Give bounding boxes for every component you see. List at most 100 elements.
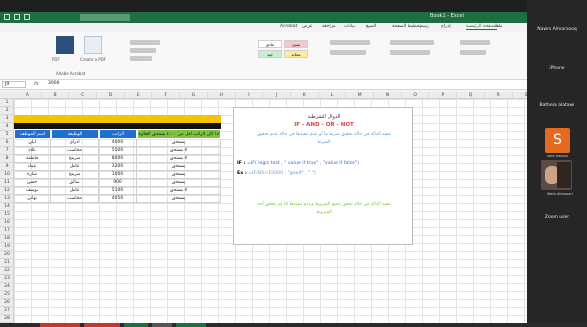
font-name-select[interactable] bbox=[390, 40, 434, 45]
cell-employee-name[interactable]: علاء bbox=[14, 147, 51, 155]
row-header[interactable]: 19 bbox=[0, 243, 14, 251]
create-pdf-icon[interactable] bbox=[56, 36, 74, 54]
cell-employee-name[interactable]: حسن bbox=[14, 179, 51, 187]
column-header[interactable]: O bbox=[402, 92, 430, 99]
header-employee-name[interactable]: اسم الموظف bbox=[14, 129, 51, 139]
column-header[interactable]: Q bbox=[457, 92, 485, 99]
ribbon-tab[interactable]: تخطيط الصفحة bbox=[392, 24, 421, 29]
clipboard-group[interactable] bbox=[460, 50, 486, 55]
autosave-icon[interactable] bbox=[4, 14, 10, 20]
style-bad[interactable]: سيئ bbox=[284, 40, 308, 48]
taskbar-app[interactable] bbox=[124, 323, 148, 327]
column-header[interactable]: F bbox=[153, 92, 181, 99]
ribbon-tab[interactable]: مراجعة bbox=[322, 24, 336, 29]
cell-bonus[interactable]: لا يستحق bbox=[137, 187, 221, 195]
row-header[interactable]: 24 bbox=[0, 283, 14, 291]
row-header[interactable]: 23 bbox=[0, 275, 14, 283]
row-header[interactable]: 9 bbox=[0, 163, 14, 171]
cell-bonus[interactable]: لا يستحق bbox=[137, 147, 221, 155]
participant-name[interactable]: Zoom user bbox=[527, 215, 587, 220]
column-header[interactable]: E bbox=[125, 92, 153, 99]
column-header[interactable]: C bbox=[69, 92, 98, 99]
ribbon-tab[interactable]: الصفحة الرئيسية bbox=[466, 24, 498, 30]
cell-bonus[interactable]: يستحق bbox=[137, 195, 221, 203]
row-header[interactable]: 17 bbox=[0, 227, 14, 235]
speaker-avatar[interactable]: S bbox=[545, 128, 570, 153]
row-header[interactable]: 11 bbox=[0, 179, 14, 187]
row-header[interactable]: 15 bbox=[0, 211, 14, 219]
cell-salary[interactable]: 4000 bbox=[99, 139, 137, 147]
row-header[interactable]: 6 bbox=[0, 139, 14, 147]
row-header[interactable]: 28 bbox=[0, 315, 14, 323]
column-header[interactable]: B bbox=[42, 92, 70, 99]
cell-salary[interactable]: 8000 bbox=[99, 155, 137, 163]
name-box[interactable]: J9 bbox=[2, 81, 26, 88]
column-header[interactable]: G bbox=[180, 92, 208, 99]
column-header[interactable]: P bbox=[430, 92, 458, 99]
participant-video[interactable] bbox=[541, 160, 572, 190]
taskbar-app[interactable] bbox=[152, 323, 172, 327]
row-header[interactable]: 2 bbox=[0, 107, 14, 115]
cell-bonus[interactable]: يستحق bbox=[137, 139, 221, 147]
cell-bonus[interactable]: يستحق bbox=[137, 171, 221, 179]
row-header[interactable]: 26 bbox=[0, 299, 14, 307]
style-good[interactable]: جيد bbox=[258, 50, 282, 58]
undo-icon[interactable] bbox=[24, 14, 30, 20]
row-header[interactable]: 8 bbox=[0, 155, 14, 163]
cell-employee-name[interactable]: سارة bbox=[14, 171, 51, 179]
cell-employee-name[interactable]: فاطمة bbox=[14, 155, 51, 163]
cell-employee-name[interactable]: عماد bbox=[14, 163, 51, 171]
cell-salary[interactable]: 900 bbox=[99, 179, 137, 187]
cell-job[interactable]: عامل bbox=[51, 187, 99, 195]
column-header[interactable]: N bbox=[374, 92, 402, 99]
row-header[interactable]: 4 bbox=[0, 123, 14, 131]
row-header[interactable]: 13 bbox=[0, 195, 14, 203]
ribbon-tab[interactable]: بيانات bbox=[344, 24, 355, 29]
conditional-format-button[interactable] bbox=[130, 40, 160, 45]
share-pdf-icon[interactable] bbox=[84, 36, 102, 54]
ribbon-tab[interactable]: رسم bbox=[420, 24, 429, 29]
ribbon-tab[interactable]: الصيغ bbox=[366, 24, 376, 29]
header-salary[interactable]: الراتب bbox=[99, 129, 137, 139]
column-header[interactable]: L bbox=[319, 92, 347, 99]
cell-job[interactable]: ادراي bbox=[51, 139, 99, 147]
cell-job[interactable]: محاسب bbox=[51, 195, 99, 203]
cell-styles-button[interactable] bbox=[130, 56, 152, 61]
row-header[interactable]: 21 bbox=[0, 259, 14, 267]
column-header[interactable]: S bbox=[513, 92, 528, 99]
column-header[interactable]: A bbox=[14, 92, 42, 99]
row-header[interactable]: 25 bbox=[0, 291, 14, 299]
cell-job[interactable]: مبرمج bbox=[51, 155, 99, 163]
column-header[interactable]: H bbox=[208, 92, 236, 99]
explanation-textbox[interactable]: الدوال الشرطية IF - AND - OR - NOT تنفيذ… bbox=[233, 107, 413, 245]
participant-name[interactable]: iPhone bbox=[527, 66, 587, 71]
row-header[interactable]: 12 bbox=[0, 187, 14, 195]
cell-salary[interactable]: 5100 bbox=[99, 187, 137, 195]
format-table-button[interactable] bbox=[130, 48, 156, 53]
style-normal[interactable]: عادي bbox=[258, 40, 282, 48]
cell-salary[interactable]: 1000 bbox=[99, 171, 137, 179]
row-header[interactable]: 20 bbox=[0, 251, 14, 259]
alignment-group[interactable] bbox=[330, 50, 366, 55]
cell-job[interactable]: عامل bbox=[51, 163, 99, 171]
column-header[interactable]: K bbox=[291, 92, 319, 99]
column-header[interactable]: I bbox=[236, 92, 264, 99]
column-header[interactable]: J bbox=[263, 92, 291, 99]
ribbon-tab[interactable]: إدراج bbox=[441, 24, 451, 29]
cell-job[interactable]: مبرمج bbox=[51, 171, 99, 179]
column-header[interactable]: D bbox=[97, 92, 125, 99]
row-header[interactable]: 10 bbox=[0, 171, 14, 179]
row-header[interactable]: 22 bbox=[0, 267, 14, 275]
cell-employee-name[interactable]: ايلي bbox=[14, 139, 51, 147]
ribbon-tab[interactable]: Acrobat bbox=[280, 24, 297, 29]
cell-bonus[interactable]: يستحق bbox=[137, 179, 221, 187]
participant-name[interactable]: Batheia alatawi bbox=[527, 103, 587, 108]
row-header[interactable]: 14 bbox=[0, 203, 14, 211]
header-job[interactable]: الوظيفة bbox=[51, 129, 99, 139]
taskbar-app[interactable] bbox=[176, 323, 206, 327]
ribbon-tab[interactable]: عرض bbox=[302, 24, 313, 29]
row-header[interactable]: 27 bbox=[0, 307, 14, 315]
cell-salary[interactable]: 4050 bbox=[99, 195, 137, 203]
formula-input[interactable]: 3000 bbox=[48, 81, 59, 86]
row-header[interactable]: 1 bbox=[0, 99, 14, 107]
